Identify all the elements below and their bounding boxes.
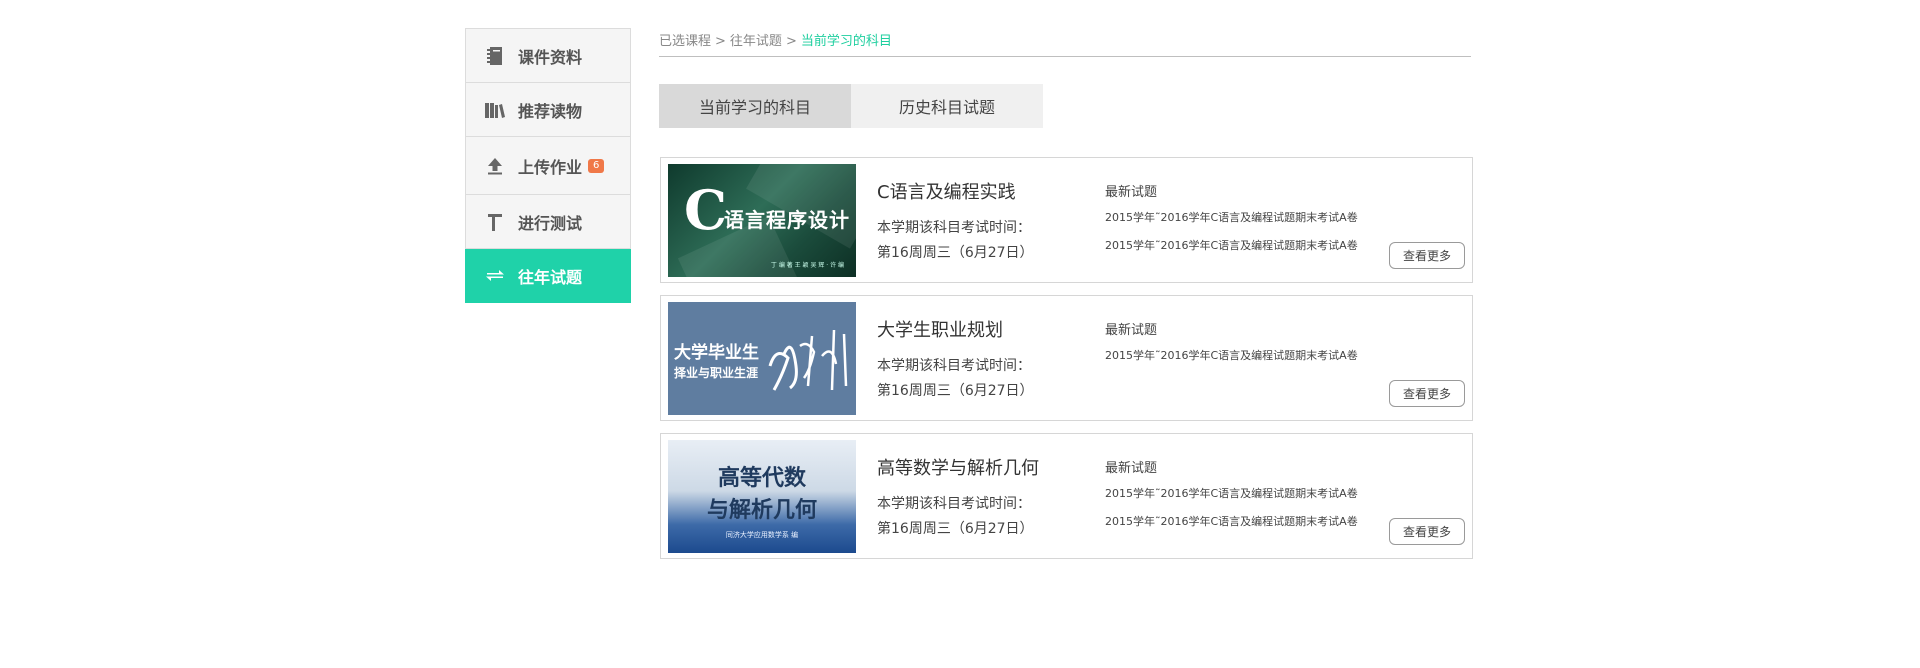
cover-publisher: 同济大学应用数学系 编 <box>725 531 799 539</box>
paper-link[interactable]: 2015学年˜2016学年C语言及编程试题期末考试A卷 <box>1105 237 1358 253</box>
exam-time-value: 第16周周三（6月27日） <box>877 521 1034 537</box>
sidebar-item-label: 上传作业 <box>518 157 583 177</box>
breadcrumb: 已选课程 > 往年试题 > 当前学习的科目 <box>659 30 1471 57</box>
cover-title: 语言程序设计 <box>724 208 850 232</box>
book-icon <box>484 45 506 67</box>
exam-time-label: 本学期该科目考试时间： <box>877 496 1031 512</box>
paper-link[interactable]: 2015学年˜2016学年C语言及编程试题期末考试A卷 <box>1105 209 1358 225</box>
tab-current-subjects[interactable]: 当前学习的科目 <box>659 84 851 128</box>
sidebar-item-test[interactable]: 进行测试 <box>466 195 630 249</box>
swap-icon <box>484 265 506 287</box>
sidebar-item-label: 进行测试 <box>518 213 583 233</box>
latest-papers-label: 最新试题 <box>1105 185 1158 200</box>
paper-link[interactable]: 2015学年˜2016学年C语言及编程试题期末考试A卷 <box>1105 485 1358 501</box>
exam-time-label: 本学期该科目考试时间： <box>877 358 1031 374</box>
exam-time-value: 第16周周三（6月27日） <box>877 245 1034 261</box>
sidebar-item-label: 课件资料 <box>518 47 583 67</box>
course-card: 高等代数 与解析几何 同济大学应用数学系 编 高等数学与解析几何 本学期该科目考… <box>660 433 1473 559</box>
latest-papers-label: 最新试题 <box>1105 461 1158 476</box>
homework-count-badge: 6 <box>588 158 605 173</box>
calligraphy-decoration <box>768 329 848 391</box>
view-more-button[interactable]: 查看更多 <box>1389 242 1465 269</box>
tab-history-subjects[interactable]: 历史科目试题 <box>851 84 1043 128</box>
course-title[interactable]: 大学生职业规划 <box>877 316 1003 342</box>
cover-title-letter: C <box>684 178 727 242</box>
course-cover-image[interactable]: 高等代数 与解析几何 同济大学应用数学系 编 <box>668 440 856 553</box>
upload-icon <box>484 155 506 177</box>
paper-link[interactable]: 2015学年˜2016学年C语言及编程试题期末考试A卷 <box>1105 347 1358 363</box>
books-icon <box>484 99 506 121</box>
cover-subtitle: 与解析几何 <box>706 497 817 523</box>
course-cover-image[interactable]: 大学毕业生 择业与职业生涯 <box>668 302 856 415</box>
breadcrumb-link-selected-courses[interactable]: 已选课程 <box>659 34 711 49</box>
cover-title: 高等代数 <box>717 465 806 491</box>
course-card: C 语言程序设计 丁 编 著 王 颖 吴 辉 · 许 编 C语言及编程实践 本学… <box>660 157 1473 283</box>
breadcrumb-separator: > <box>715 34 726 49</box>
breadcrumb-current: 当前学习的科目 <box>800 34 892 49</box>
sidebar-item-label: 往年试题 <box>518 268 583 287</box>
exam-time-label: 本学期该科目考试时间： <box>877 220 1031 236</box>
breadcrumb-separator: > <box>785 34 797 49</box>
sidebar-item-upload[interactable]: 上传作业 6 <box>466 137 630 195</box>
cover-authors: 丁 编 著 王 颖 吴 辉 · 许 编 <box>770 262 844 269</box>
course-list: C 语言程序设计 丁 编 著 王 颖 吴 辉 · 许 编 C语言及编程实践 本学… <box>660 157 1473 571</box>
paper-link[interactable]: 2015学年˜2016学年C语言及编程试题期末考试A卷 <box>1105 513 1358 529</box>
exam-time-value: 第16周周三（6月27日） <box>877 383 1034 399</box>
test-icon <box>484 211 506 233</box>
view-more-button[interactable]: 查看更多 <box>1389 518 1465 545</box>
cover-title: 大学毕业生 <box>674 343 759 363</box>
sidebar-item-label: 推荐读物 <box>518 101 583 121</box>
course-card: 大学毕业生 择业与职业生涯 大学生职业规划 本学期该科目考试时间： 第16周周三… <box>660 295 1473 421</box>
sidebar-item-courseware[interactable]: 课件资料 <box>466 29 630 83</box>
course-cover-image[interactable]: C 语言程序设计 丁 编 著 王 颖 吴 辉 · 许 编 <box>668 164 856 277</box>
sidebar-item-past-exams[interactable]: 往年试题 <box>465 249 631 303</box>
cover-subtitle: 择业与职业生涯 <box>674 366 759 380</box>
sidebar: 课件资料 推荐读物 上传作业 6 进行测试 往年试题 <box>465 28 631 303</box>
sidebar-item-reading[interactable]: 推荐读物 <box>466 83 630 137</box>
view-more-button[interactable]: 查看更多 <box>1389 380 1465 407</box>
breadcrumb-link-past-exams[interactable]: 往年试题 <box>730 34 782 49</box>
course-title[interactable]: C语言及编程实践 <box>877 178 1016 204</box>
course-title[interactable]: 高等数学与解析几何 <box>877 454 1039 480</box>
latest-papers-label: 最新试题 <box>1105 323 1158 338</box>
tab-bar: 当前学习的科目 历史科目试题 <box>659 84 1043 128</box>
